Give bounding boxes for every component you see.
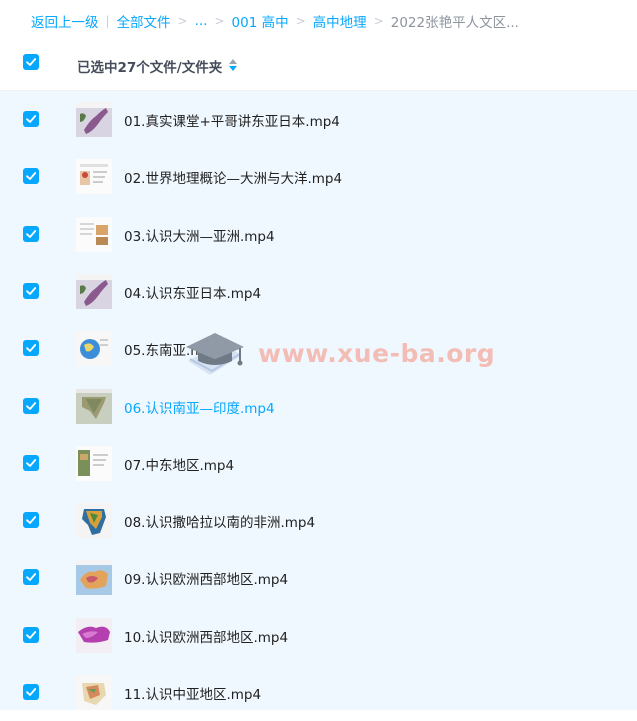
breadcrumb-folder-1[interactable]: 001 高中 xyxy=(232,11,289,31)
video-thumbnail-icon xyxy=(76,159,112,195)
check-icon xyxy=(26,115,37,123)
video-thumbnail-icon xyxy=(76,216,112,252)
breadcrumb-ellipsis[interactable]: ... xyxy=(195,13,208,29)
check-icon xyxy=(26,401,37,410)
video-thumbnail-icon xyxy=(76,273,112,309)
file-checkbox[interactable] xyxy=(23,340,39,357)
breadcrumb-all-files[interactable]: 全部文件 xyxy=(117,11,171,31)
file-row[interactable]: 05.东南亚.mp4 xyxy=(0,320,637,377)
breadcrumb-divider: | xyxy=(105,14,110,28)
file-checkbox[interactable] xyxy=(23,512,39,529)
check-icon xyxy=(26,286,37,295)
file-checkbox[interactable] xyxy=(23,454,39,471)
check-icon xyxy=(26,58,37,66)
video-thumbnail-icon xyxy=(76,388,112,424)
video-thumbnail-icon xyxy=(76,445,112,481)
video-thumbnail-icon xyxy=(76,560,112,596)
file-name[interactable]: 05.东南亚.mp4 xyxy=(124,339,221,359)
file-row[interactable]: 04.认识东亚日本.mp4 xyxy=(0,263,637,320)
file-checkbox[interactable] xyxy=(23,397,39,414)
check-icon xyxy=(26,229,37,238)
file-name[interactable]: 09.认识欧洲西部地区.mp4 xyxy=(124,568,288,588)
file-row[interactable]: 08.认识撒哈拉以南的非洲.mp4 xyxy=(0,492,637,549)
back-link[interactable]: 返回上一级 xyxy=(31,11,99,31)
breadcrumb-separator: > xyxy=(177,14,188,28)
check-icon xyxy=(26,573,37,582)
file-row[interactable]: 03.认识大洲—亚洲.mp4 xyxy=(0,206,637,263)
file-row[interactable]: 09.认识欧洲西部地区.mp4 xyxy=(0,549,637,606)
file-checkbox[interactable] xyxy=(23,569,39,586)
breadcrumb-separator: > xyxy=(373,14,384,28)
check-icon xyxy=(26,458,37,467)
video-thumbnail-icon xyxy=(76,102,112,137)
video-thumbnail-icon xyxy=(76,675,112,710)
breadcrumb-folder-2[interactable]: 高中地理 xyxy=(313,11,367,31)
file-name[interactable]: 04.认识东亚日本.mp4 xyxy=(124,282,261,302)
file-checkbox[interactable] xyxy=(23,684,39,700)
select-all-checkbox[interactable] xyxy=(23,54,39,70)
file-name[interactable]: 02.世界地理概论—大洲与大洋.mp4 xyxy=(124,167,342,187)
file-name[interactable]: 08.认识撒哈拉以南的非洲.mp4 xyxy=(124,511,315,531)
video-thumbnail-icon xyxy=(76,503,112,539)
list-header: 已选中27个文件/文件夹 xyxy=(0,42,637,91)
file-name[interactable]: 06.认识南亚—印度.mp4 xyxy=(124,397,275,417)
breadcrumb-current: 2022张艳平人文区... xyxy=(390,15,519,31)
breadcrumb-separator: > xyxy=(214,14,225,28)
file-name[interactable]: 07.中东地区.mp4 xyxy=(124,454,234,474)
file-name[interactable]: 10.认识欧洲西部地区.mp4 xyxy=(124,626,288,646)
file-row[interactable]: 01.真实课堂+平哥讲东亚日本.mp4 xyxy=(0,91,637,148)
file-row[interactable]: 11.认识中亚地区.mp4 xyxy=(0,664,637,721)
video-thumbnail-icon xyxy=(76,617,112,653)
selected-count: 已选中27个文件/文件夹 xyxy=(77,60,223,76)
check-icon xyxy=(26,630,37,639)
file-row[interactable]: 06.认识南亚—印度.mp4 xyxy=(0,378,637,435)
file-name[interactable]: 01.真实课堂+平哥讲东亚日本.mp4 xyxy=(124,110,340,130)
video-thumbnail-icon xyxy=(76,331,112,367)
file-row[interactable]: 02.世界地理概论—大洲与大洋.mp4 xyxy=(0,148,637,205)
check-icon xyxy=(26,172,37,181)
file-checkbox[interactable] xyxy=(23,225,39,242)
file-checkbox[interactable] xyxy=(23,168,39,185)
sort-icon[interactable] xyxy=(228,58,238,72)
file-checkbox[interactable] xyxy=(23,626,39,643)
file-checkbox[interactable] xyxy=(23,282,39,299)
file-row[interactable]: 07.中东地区.mp4 xyxy=(0,435,637,492)
file-checkbox[interactable] xyxy=(23,111,39,127)
check-icon xyxy=(26,344,37,353)
file-row[interactable]: 10.认识欧洲西部地区.mp4 xyxy=(0,607,637,664)
check-icon xyxy=(26,516,37,524)
breadcrumb: 返回上一级 | 全部文件 > ... > 001 高中 > 高中地理 > 202… xyxy=(0,0,637,42)
file-name[interactable]: 03.认识大洲—亚洲.mp4 xyxy=(124,225,275,245)
breadcrumb-separator: > xyxy=(295,14,306,28)
check-icon xyxy=(26,688,37,696)
file-name[interactable]: 11.认识中亚地区.mp4 xyxy=(124,683,261,703)
file-list: 01.真实课堂+平哥讲东亚日本.mp4 02.世界地理概论—大洲与大洋.mp4 03… xyxy=(0,91,637,710)
